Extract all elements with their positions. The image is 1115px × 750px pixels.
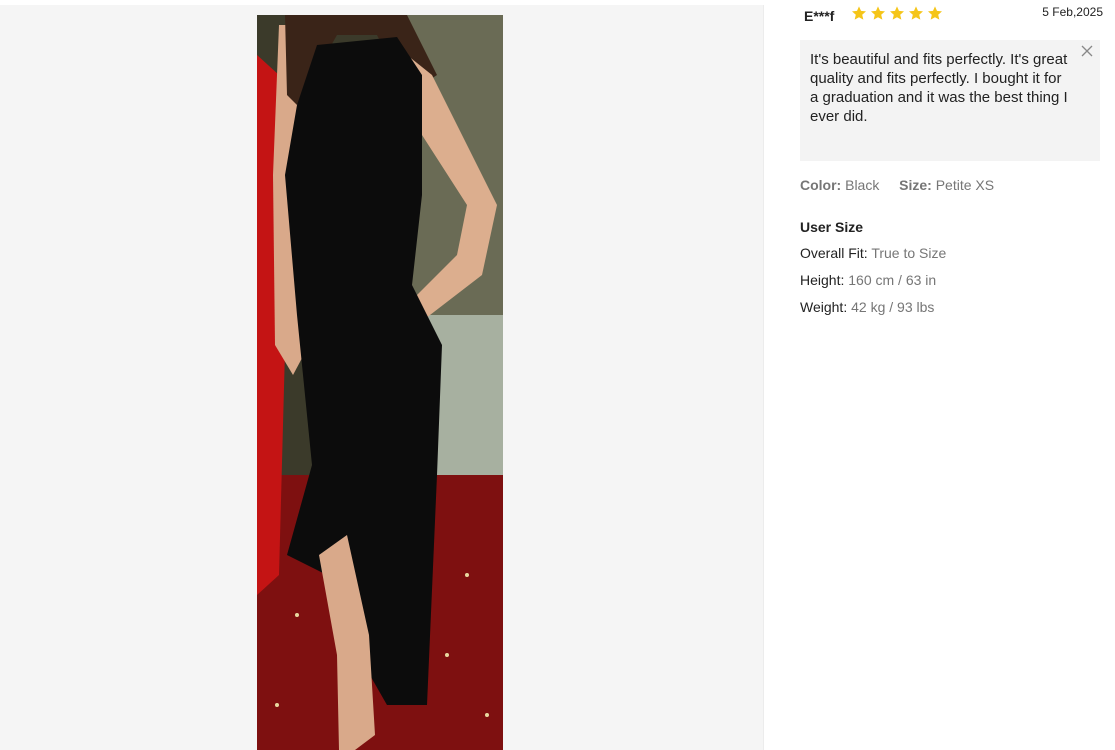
overall-fit-value: True to Size: [871, 245, 947, 261]
color-label: Color:: [800, 177, 842, 193]
user-size-title: User Size: [800, 219, 864, 235]
review-viewer: E***f 5 Feb,2025 It's beautiful and fits…: [0, 0, 1115, 750]
height-value: 160 cm / 63 in: [848, 272, 937, 288]
overall-fit-row: Overall Fit: True to Size: [800, 245, 1105, 262]
review-photo[interactable]: [257, 15, 503, 750]
size-value: Petite XS: [935, 177, 995, 193]
star-icon: [928, 6, 942, 20]
image-panel: [0, 5, 764, 750]
review-text-box: It's beautiful and fits perfectly. It's …: [800, 40, 1100, 161]
review-date: 5 Feb,2025: [1042, 5, 1103, 19]
weight-row: Weight: 42 kg / 93 lbs: [800, 299, 1105, 316]
star-icon: [852, 6, 866, 20]
height-label: Height:: [800, 272, 845, 288]
overall-fit-label: Overall Fit:: [800, 245, 868, 261]
star-rating: [851, 5, 943, 21]
review-text: It's beautiful and fits perfectly. It's …: [810, 51, 1068, 125]
star-icon: [871, 6, 885, 20]
color-value: Black: [845, 177, 880, 193]
reviewer-name: E***f: [804, 8, 835, 24]
weight-value: 42 kg / 93 lbs: [851, 299, 935, 315]
star-icon: [890, 6, 904, 20]
close-icon[interactable]: [1080, 44, 1094, 58]
height-row: Height: 160 cm / 63 in: [800, 272, 1105, 289]
purchase-attributes: Color: Black Size: Petite XS: [800, 177, 1105, 193]
review-panel: E***f 5 Feb,2025 It's beautiful and fits…: [800, 0, 1105, 326]
user-size-section: User Size Overall Fit: True to Size Heig…: [800, 219, 1105, 316]
review-photo-illustration: [257, 15, 503, 750]
size-label: Size:: [899, 177, 932, 193]
star-icon: [909, 6, 923, 20]
review-header: E***f 5 Feb,2025: [800, 0, 1105, 30]
weight-label: Weight:: [800, 299, 848, 315]
